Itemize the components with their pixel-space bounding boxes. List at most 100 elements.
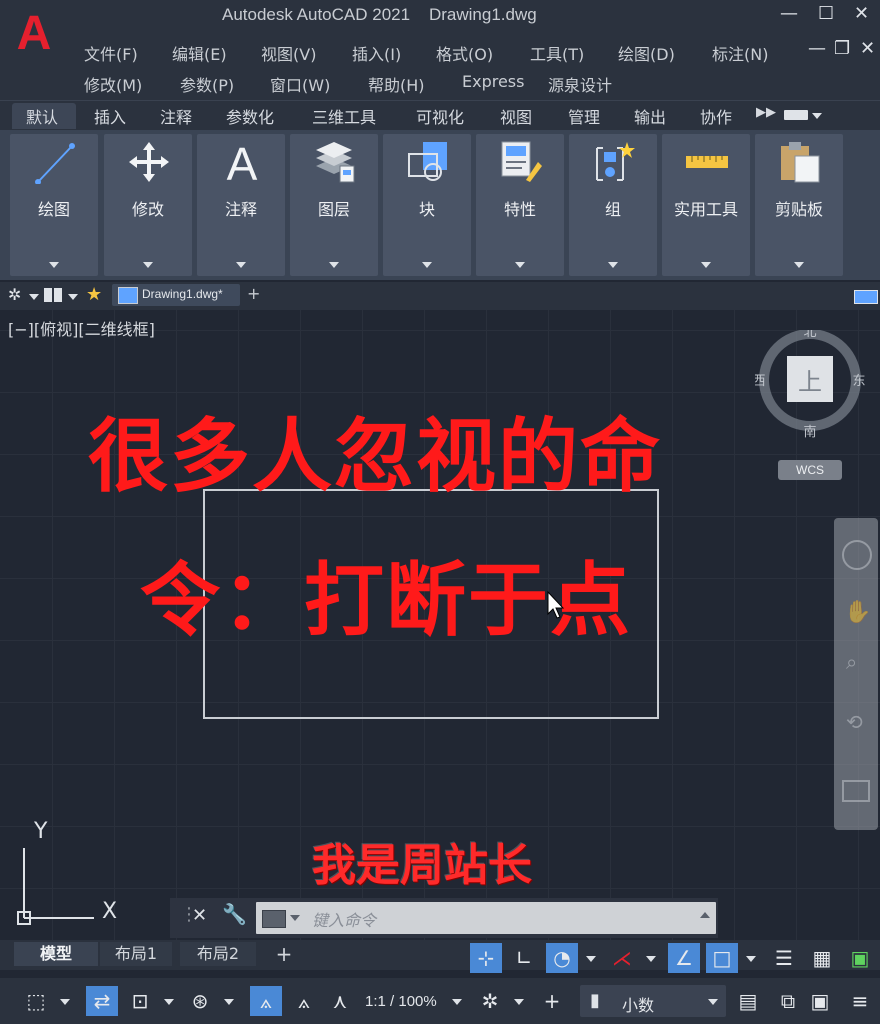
tab-annotate[interactable]: 注释 <box>160 104 192 128</box>
menu-dimension[interactable]: 标注(N) <box>712 41 768 65</box>
lineweight-toggle[interactable]: ☰ <box>768 943 800 973</box>
scale-dropdown-icon[interactable] <box>452 999 462 1005</box>
new-tab-button[interactable]: + <box>247 284 260 303</box>
menu-file[interactable]: 文件(F) <box>84 41 138 65</box>
polar-toggle[interactable]: ◔ <box>546 943 578 973</box>
panel-group-dropdown-icon[interactable] <box>608 262 618 268</box>
menu-help[interactable]: 帮助(H) <box>368 72 425 96</box>
osnap-toggle[interactable]: □ <box>706 943 738 973</box>
command-prompt-icon[interactable] <box>262 910 286 928</box>
panel-group[interactable]: 组 <box>569 134 657 276</box>
more-tabs-icon[interactable]: ▶▶ <box>756 105 776 120</box>
menu-insert[interactable]: 插入(I) <box>352 41 401 65</box>
zoom-icon[interactable]: ⌕ <box>846 650 857 674</box>
panel-annotate[interactable]: A 注释 <box>197 134 285 276</box>
panel-layers[interactable]: 图层 <box>290 134 378 276</box>
drawing-window-icon[interactable] <box>854 290 878 304</box>
panel-draw-dropdown-icon[interactable] <box>49 262 59 268</box>
doc-restore-icon[interactable]: ❐ <box>834 38 850 59</box>
menu-format[interactable]: 格式(O) <box>436 41 493 65</box>
showmotion-icon[interactable] <box>842 780 870 802</box>
annotation-scale-value[interactable]: 1:1 / 100% <box>365 993 437 1010</box>
minimize-button[interactable]: — <box>780 3 798 24</box>
steering-wheel-icon[interactable] <box>842 540 872 570</box>
panel-annotate-dropdown-icon[interactable] <box>236 262 246 268</box>
menu-edit[interactable]: 编辑(E) <box>172 41 227 65</box>
compass-east[interactable]: 东 <box>852 374 865 389</box>
selection-filter-toggle[interactable]: ⊡ <box>124 986 156 1016</box>
close-button[interactable]: ✕ <box>854 3 869 24</box>
compass-south[interactable]: 南 <box>803 424 816 440</box>
isolate-objects-button[interactable]: ⧉ <box>772 986 804 1016</box>
ortho-toggle[interactable]: ∟ <box>508 943 540 973</box>
isodraft-dropdown-icon[interactable] <box>646 956 656 962</box>
tab-collaborate[interactable]: 协作 <box>700 104 732 128</box>
ribbon-dropdown-icon[interactable] <box>812 113 822 119</box>
tab-parametric[interactable]: 参数化 <box>226 104 274 128</box>
panel-clipboard[interactable]: 剪贴板 <box>755 134 843 276</box>
gear-icon[interactable]: ✲ <box>8 285 21 304</box>
recent-commands-dropdown-icon[interactable] <box>290 915 300 921</box>
compass-north[interactable]: 北 <box>803 330 816 340</box>
object-tracking-toggle[interactable]: ∠ <box>668 943 700 973</box>
command-history-icon[interactable] <box>700 912 710 918</box>
menu-tools[interactable]: 工具(T) <box>530 41 584 65</box>
3d-osnap-toggle[interactable]: ⬚ <box>20 986 52 1016</box>
selection-cycling-toggle[interactable]: ▣ <box>844 943 876 973</box>
hardware-acceleration-button[interactable]: ▣ <box>804 986 836 1016</box>
workspace-dropdown-icon[interactable] <box>514 999 524 1005</box>
menu-view[interactable]: 视图(V) <box>261 41 316 65</box>
viewcube-face[interactable]: 上 <box>798 368 822 396</box>
tab-model[interactable]: 模型 <box>14 942 98 966</box>
auto-scale-toggle[interactable]: ⟑ <box>288 986 320 1016</box>
panel-properties-dropdown-icon[interactable] <box>515 262 525 268</box>
menu-express[interactable]: Express <box>462 72 524 91</box>
tab-manage[interactable]: 管理 <box>568 104 600 128</box>
grid-toggle[interactable]: ⊹ <box>470 943 502 973</box>
gear-dropdown-icon[interactable] <box>29 294 39 300</box>
tab-3d-tools[interactable]: 三维工具 <box>312 104 376 128</box>
tab-layout1[interactable]: 布局1 <box>100 942 172 966</box>
viewcube[interactable]: 上 北 南 东 西 <box>755 330 865 440</box>
panel-properties[interactable]: 特性 <box>476 134 564 276</box>
autocad-logo-icon[interactable]: A <box>8 6 60 62</box>
viewport-controls[interactable]: [−][俯视][二维线框] <box>8 316 155 340</box>
panel-draw[interactable]: 绘图 <box>10 134 98 276</box>
selection-filter-dropdown-icon[interactable] <box>164 999 174 1005</box>
menu-parametric[interactable]: 参数(P) <box>180 72 234 96</box>
panel-block[interactable]: 块 <box>383 134 471 276</box>
menu-yuanquan[interactable]: 源泉设计 <box>548 72 612 96</box>
pan-hand-icon[interactable]: ✋ <box>844 600 871 625</box>
customize-wrench-icon[interactable]: 🔧 <box>222 902 247 926</box>
ucs-icon[interactable]: Y X <box>14 818 126 928</box>
gizmo-dropdown-icon[interactable] <box>224 999 234 1005</box>
panel-clipboard-dropdown-icon[interactable] <box>794 262 804 268</box>
panel-utilities[interactable]: 实用工具 <box>662 134 750 276</box>
workspace-button[interactable]: ✲ <box>474 986 506 1016</box>
tab-insert[interactable]: 插入 <box>94 104 126 128</box>
isodraft-toggle[interactable]: ⋌ <box>606 943 638 973</box>
menu-window[interactable]: 窗口(W) <box>270 72 330 96</box>
tile-dropdown-icon[interactable] <box>68 294 78 300</box>
command-close-icon[interactable]: ✕ <box>192 905 207 926</box>
doc-minimize-icon[interactable]: — <box>808 38 826 59</box>
dynamic-ucs-toggle[interactable]: ⇄ <box>86 986 118 1016</box>
panel-layers-dropdown-icon[interactable] <box>329 262 339 268</box>
wcs-menu[interactable]: WCS <box>778 460 842 480</box>
polar-dropdown-icon[interactable] <box>586 956 596 962</box>
tab-visualize[interactable]: 可视化 <box>416 104 464 128</box>
menu-modify[interactable]: 修改(M) <box>84 72 142 96</box>
gizmo-toggle[interactable]: ⊛ <box>184 986 216 1016</box>
transparency-toggle[interactable]: ▦ <box>806 943 838 973</box>
tab-default[interactable]: 默认 <box>26 104 58 128</box>
customization-menu-button[interactable]: ≡ <box>844 986 876 1016</box>
panel-modify[interactable]: 修改 <box>104 134 192 276</box>
tile-windows-icon[interactable] <box>44 288 62 302</box>
doc-close-icon[interactable]: ✕ <box>860 38 875 59</box>
new-layout-button[interactable]: + <box>270 942 298 966</box>
annotation-visibility-toggle[interactable]: ⟑ <box>250 986 282 1016</box>
star-icon[interactable]: ★ <box>86 284 102 305</box>
tab-output[interactable]: 输出 <box>634 104 666 128</box>
units-dropdown-icon[interactable] <box>708 999 718 1005</box>
orbit-icon[interactable]: ⟲ <box>846 710 863 734</box>
